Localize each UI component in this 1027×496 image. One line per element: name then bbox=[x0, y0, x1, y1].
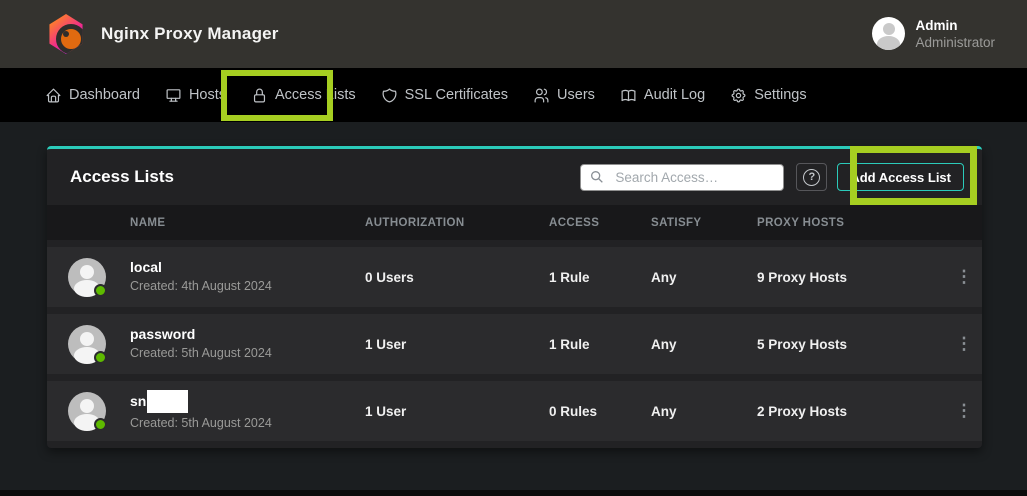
access-list-name: password bbox=[130, 326, 365, 343]
app-title: Nginx Proxy Manager bbox=[101, 24, 279, 44]
nav-item-users[interactable]: Users bbox=[533, 87, 595, 104]
online-status-dot bbox=[94, 284, 107, 297]
users-icon bbox=[533, 87, 550, 104]
panel-header: Access Lists ? Add Access List bbox=[47, 149, 982, 205]
proxy-hosts-value: 2 Proxy Hosts bbox=[757, 404, 946, 419]
nav-item-hosts[interactable]: Hosts bbox=[165, 87, 226, 104]
nav-item-ssl-certificates[interactable]: SSL Certificates bbox=[381, 87, 508, 104]
authorization-value: 0 Users bbox=[365, 270, 549, 285]
search-icon bbox=[589, 169, 605, 185]
user-avatar[interactable] bbox=[872, 17, 905, 50]
proxy-hosts-value: 5 Proxy Hosts bbox=[757, 337, 946, 352]
authorization-value: 1 User bbox=[365, 404, 549, 419]
created-date: Created: 4th August 2024 bbox=[130, 278, 365, 295]
avatar bbox=[68, 392, 106, 430]
nav-label: Access Lists bbox=[275, 87, 356, 103]
question-icon: ? bbox=[803, 169, 820, 186]
user-role: Administrator bbox=[915, 34, 995, 51]
nav-label: Audit Log bbox=[644, 87, 705, 103]
nav-item-audit-log[interactable]: Audit Log bbox=[620, 87, 705, 104]
col-header-proxy-hosts: PROXY HOSTS bbox=[757, 217, 946, 229]
app-logo-icon bbox=[48, 14, 84, 54]
col-header-authorization: AUTHORIZATION bbox=[365, 217, 549, 229]
access-list-name: local bbox=[130, 259, 365, 276]
content-area: Access Lists ? Add Access List NAME AUTH… bbox=[0, 122, 1027, 496]
col-header-access: ACCESS bbox=[549, 217, 651, 229]
online-status-dot bbox=[94, 351, 107, 364]
avatar bbox=[68, 325, 106, 363]
page-title: Access Lists bbox=[70, 167, 174, 187]
row-menu-icon[interactable]: ⋮ bbox=[948, 334, 981, 354]
access-lists-panel: Access Lists ? Add Access List NAME AUTH… bbox=[47, 146, 982, 448]
bottom-strip bbox=[0, 490, 1027, 496]
book-icon bbox=[620, 87, 637, 104]
top-bar: Nginx Proxy Manager Admin Administrator bbox=[0, 0, 1027, 68]
nav-label: SSL Certificates bbox=[405, 87, 508, 103]
help-button[interactable]: ? bbox=[796, 163, 827, 191]
table-row[interactable]: sn Created: 5th August 2024 1 User 0 Rul… bbox=[47, 381, 982, 441]
satisfy-value: Any bbox=[651, 270, 757, 285]
access-value: 1 Rule bbox=[549, 270, 651, 285]
table-row[interactable]: local Created: 4th August 2024 0 Users 1… bbox=[47, 247, 982, 307]
access-value: 1 Rule bbox=[549, 337, 651, 352]
table-header-row: NAME AUTHORIZATION ACCESS SATISFY PROXY … bbox=[47, 205, 982, 240]
add-access-list-button[interactable]: Add Access List bbox=[837, 163, 964, 191]
shield-icon bbox=[381, 87, 398, 104]
row-menu-icon[interactable]: ⋮ bbox=[948, 267, 981, 287]
avatar bbox=[68, 258, 106, 296]
lock-icon bbox=[251, 87, 268, 104]
nav-item-dashboard[interactable]: Dashboard bbox=[45, 87, 140, 104]
user-name: Admin bbox=[915, 17, 995, 34]
authorization-value: 1 User bbox=[365, 337, 549, 352]
nav-label: Hosts bbox=[189, 87, 226, 103]
search-box bbox=[580, 164, 784, 191]
nav-label: Settings bbox=[754, 87, 806, 103]
created-date: Created: 5th August 2024 bbox=[130, 345, 365, 362]
gear-icon bbox=[730, 87, 747, 104]
access-value: 0 Rules bbox=[549, 404, 651, 419]
user-menu[interactable]: Admin Administrator bbox=[872, 17, 995, 51]
nav-label: Users bbox=[557, 87, 595, 103]
main-nav: Dashboard Hosts Access Lists SSL Certifi… bbox=[0, 68, 1027, 122]
nav-item-settings[interactable]: Settings bbox=[730, 87, 806, 104]
col-header-satisfy: SATISFY bbox=[651, 217, 757, 229]
access-list-name: sn bbox=[130, 393, 146, 410]
nav-item-access-lists[interactable]: Access Lists bbox=[251, 87, 356, 104]
nav-label: Dashboard bbox=[69, 87, 140, 103]
col-header-name: NAME bbox=[130, 217, 365, 229]
search-input[interactable] bbox=[580, 164, 784, 191]
satisfy-value: Any bbox=[651, 404, 757, 419]
home-icon bbox=[45, 87, 62, 104]
proxy-hosts-value: 9 Proxy Hosts bbox=[757, 270, 946, 285]
row-menu-icon[interactable]: ⋮ bbox=[948, 401, 981, 421]
online-status-dot bbox=[94, 418, 107, 431]
satisfy-value: Any bbox=[651, 337, 757, 352]
redaction-box bbox=[147, 390, 188, 413]
table-row[interactable]: password Created: 5th August 2024 1 User… bbox=[47, 314, 982, 374]
created-date: Created: 5th August 2024 bbox=[130, 415, 365, 432]
monitor-icon bbox=[165, 87, 182, 104]
